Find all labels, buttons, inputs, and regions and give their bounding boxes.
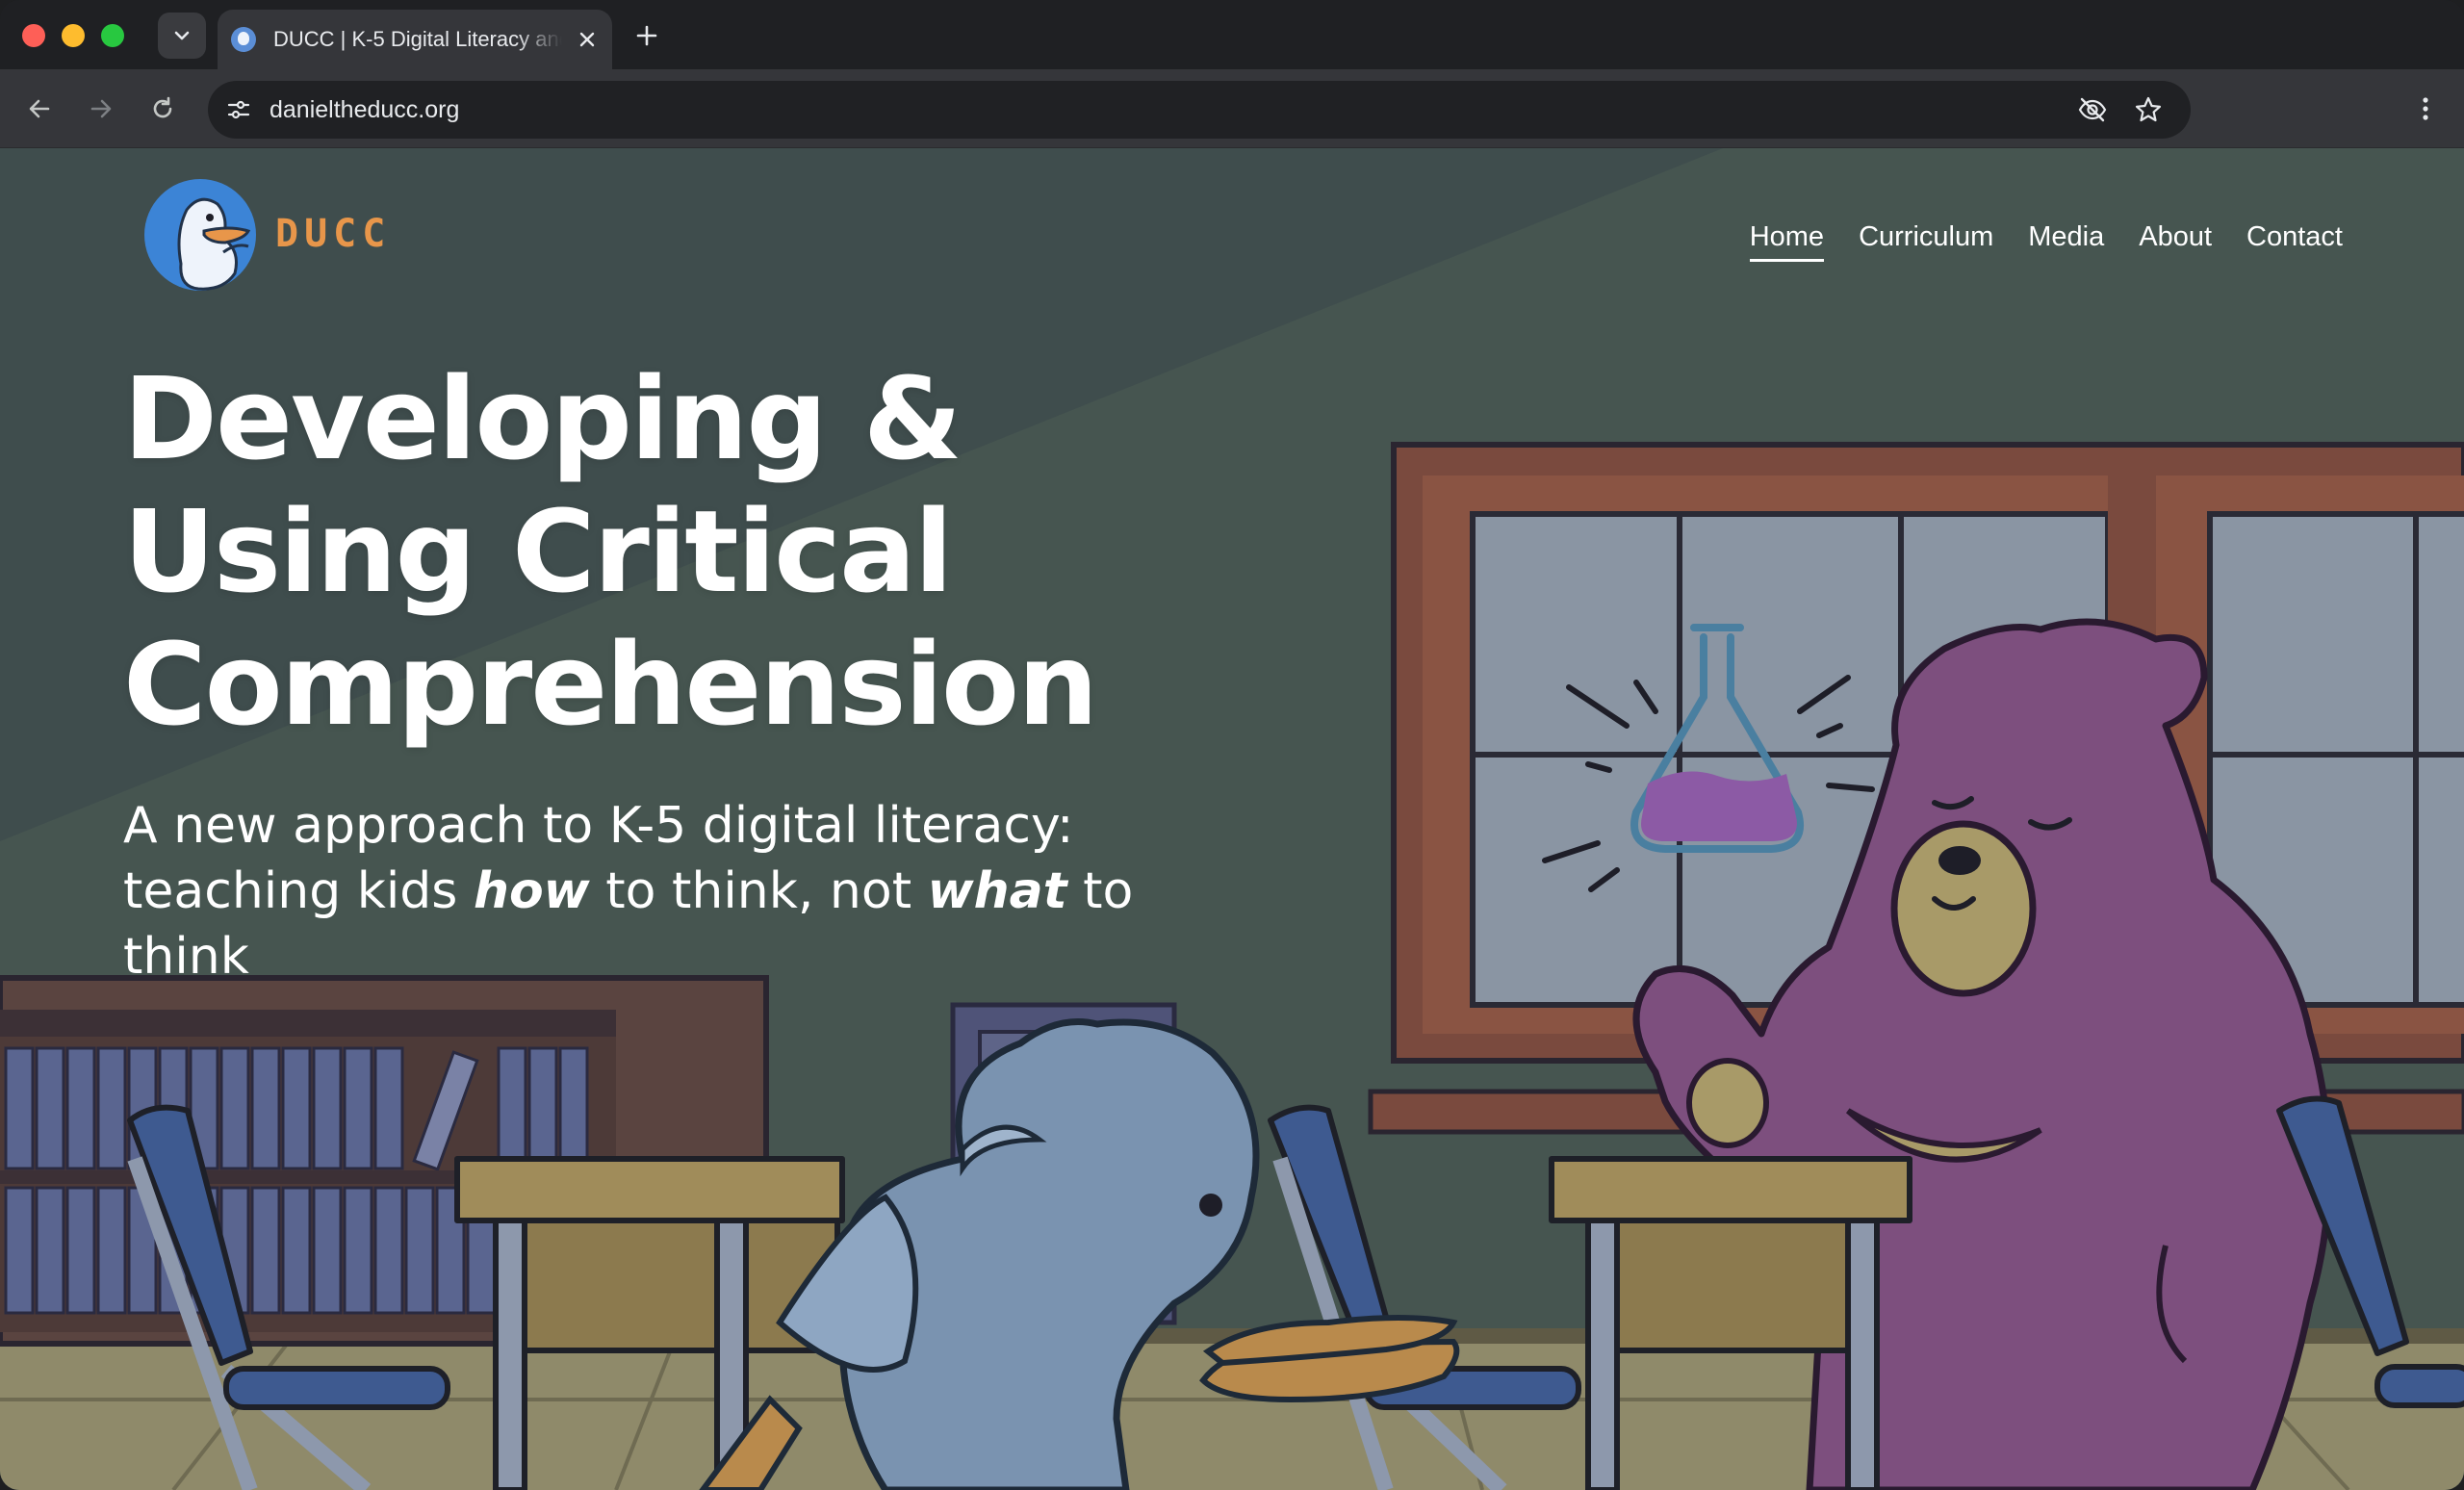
nav-link-contact[interactable]: Contact	[2246, 221, 2343, 262]
browser-menu-button[interactable]	[2406, 89, 2445, 129]
site-favicon-icon	[231, 27, 256, 52]
reload-button[interactable]	[142, 89, 183, 129]
hero-title-line-1: Developing &	[123, 352, 962, 485]
close-window-button[interactable]	[22, 24, 45, 47]
main-nav: Home Curriculum Media About Contact	[1749, 221, 2343, 262]
hero-title-line-2: Using Critical	[123, 485, 953, 618]
minimize-window-button[interactable]	[62, 24, 85, 47]
back-button[interactable]	[19, 89, 60, 129]
tab-strip: DUCC | K-5 Digital Literacy and Critical…	[0, 0, 2464, 69]
url-text: danieltheducc.org	[270, 96, 460, 123]
hero-title-line-3: Comprehension	[123, 618, 1098, 751]
new-tab-button[interactable]	[628, 16, 666, 55]
chevron-down-icon	[174, 31, 190, 40]
arrow-left-icon	[29, 99, 50, 118]
tracking-protection-button[interactable]	[2075, 92, 2110, 127]
eye-off-icon	[2078, 97, 2107, 122]
reload-icon	[153, 96, 172, 118]
tab-title: DUCC | K-5 Digital Literacy and Critical…	[273, 27, 562, 51]
more-vertical-icon	[2423, 97, 2428, 120]
brand-wordmark[interactable]: DUCC	[275, 212, 391, 256]
hero-subtitle-emphasis-what: what	[927, 862, 1067, 920]
close-icon	[579, 32, 595, 47]
bookmark-button[interactable]	[2131, 92, 2166, 127]
nav-link-about[interactable]: About	[2139, 221, 2212, 262]
plus-icon	[636, 25, 657, 46]
tab-close-button[interactable]	[574, 26, 601, 53]
tab-search-button[interactable]	[158, 13, 206, 59]
address-bar[interactable]: danieltheducc.org	[208, 81, 2191, 139]
browser-toolbar: danieltheducc.org	[0, 69, 2464, 148]
page-viewport: DUCC Home Curriculum Media About Contact…	[0, 148, 2464, 1490]
ducc-logo[interactable]	[141, 175, 260, 300]
forward-button[interactable]	[81, 89, 121, 129]
nav-link-home[interactable]: Home	[1749, 221, 1825, 262]
hero-subtitle-emphasis-how: how	[473, 862, 590, 920]
maximize-window-button[interactable]	[101, 24, 124, 47]
arrow-right-icon	[90, 99, 112, 118]
star-icon	[2135, 96, 2162, 122]
browser-window: DUCC | K-5 Digital Literacy and Critical…	[0, 0, 2464, 1490]
hero-title: Developing & Using Critical Comprehensio…	[123, 352, 1182, 751]
site-info-button[interactable]	[221, 92, 256, 127]
nav-link-curriculum[interactable]: Curriculum	[1859, 221, 1993, 262]
nav-link-media[interactable]: Media	[2028, 221, 2104, 262]
hero-subtitle: A new approach to K-5 digital literacy: …	[123, 793, 1259, 989]
tune-icon	[227, 100, 250, 119]
browser-tab-active[interactable]: DUCC | K-5 Digital Literacy and Critical…	[218, 10, 612, 69]
hero-subtitle-middle: to think, not	[589, 862, 928, 920]
